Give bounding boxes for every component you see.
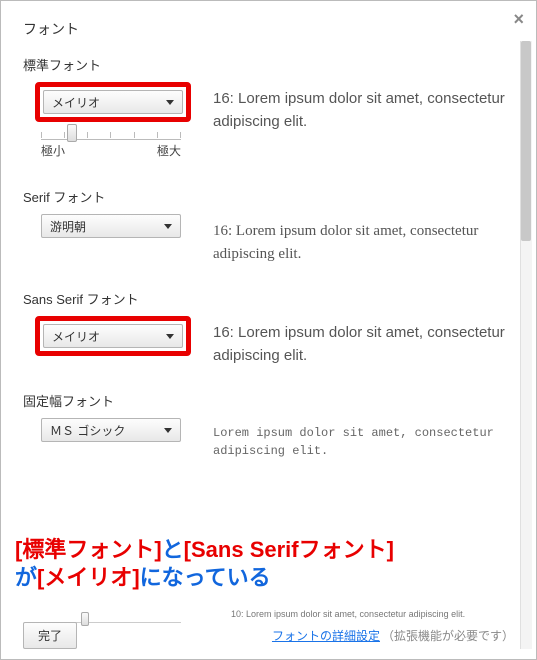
chevron-down-icon	[164, 224, 172, 229]
chevron-down-icon	[166, 334, 174, 339]
slider-max-label: 極大	[157, 142, 181, 159]
serif-font-section: Serif フォント 游明朝 16: Lorem ipsum dolor sit…	[23, 187, 514, 265]
sans-font-label: Sans Serif フォント	[23, 289, 514, 308]
chevron-down-icon	[164, 428, 172, 433]
serif-font-dropdown[interactable]: 游明朝	[41, 214, 181, 238]
standard-size-slider[interactable]: 極小 極大	[41, 134, 181, 159]
footer: 完了 フォントの詳細設定（拡張機能が必要です）	[23, 622, 514, 649]
standard-font-section: 標準フォント メイリオ 極小 極大	[23, 55, 514, 163]
annotation-text: [標準フォント]	[15, 537, 162, 562]
done-button[interactable]: 完了	[23, 622, 77, 649]
fixed-sample-text: Lorem ipsum dolor sit amet, consectetur …	[213, 418, 514, 460]
serif-sample-text: 16: Lorem ipsum dolor sit amet, consecte…	[213, 214, 514, 265]
fixed-font-dropdown[interactable]: ＭＳ ゴシック	[41, 418, 181, 442]
annotation-text: と	[162, 537, 184, 562]
standard-font-label: 標準フォント	[23, 55, 514, 74]
scrollbar-thumb[interactable]	[521, 41, 531, 241]
sans-sample-text: 16: Lorem ipsum dolor sit amet, consecte…	[213, 316, 514, 367]
advanced-font-settings-link[interactable]: フォントの詳細設定	[272, 629, 380, 643]
standard-font-dropdown[interactable]: メイリオ	[43, 90, 183, 114]
annotation-text: が	[15, 565, 37, 590]
slider-thumb[interactable]	[67, 124, 77, 142]
serif-font-label: Serif フォント	[23, 187, 514, 206]
dialog-title: フォント	[23, 19, 514, 39]
sans-font-dropdown[interactable]: メイリオ	[43, 324, 183, 348]
min-size-sample-text: 10: Lorem ipsum dolor sit amet, consecte…	[231, 609, 506, 619]
sans-highlight: メイリオ	[35, 316, 191, 356]
link-note: （拡張機能が必要です）	[382, 629, 514, 643]
dropdown-value: ＭＳ ゴシック	[50, 422, 125, 439]
font-dialog: × フォント 標準フォント メイリオ 極小	[0, 0, 537, 660]
dropdown-value: メイリオ	[52, 328, 100, 345]
annotation-text: [メイリオ]	[37, 565, 140, 590]
slider-min-label: 極小	[41, 142, 65, 159]
dropdown-value: メイリオ	[52, 94, 100, 111]
chevron-down-icon	[166, 100, 174, 105]
fixed-font-label: 固定幅フォント	[23, 391, 514, 410]
fixed-font-section: 固定幅フォント ＭＳ ゴシック Lorem ipsum dolor sit am…	[23, 391, 514, 460]
standard-sample-text: 16: Lorem ipsum dolor sit amet, consecte…	[213, 82, 514, 133]
dropdown-value: 游明朝	[50, 218, 86, 235]
standard-highlight: メイリオ	[35, 82, 191, 122]
annotation-text: になっている	[140, 565, 271, 590]
annotation-overlay: [標準フォント]と[Sans Serifフォント] が[メイリオ]になっている	[11, 530, 526, 599]
sans-font-section: Sans Serif フォント メイリオ 16: Lorem ipsum dol…	[23, 289, 514, 367]
scrollbar[interactable]	[520, 41, 532, 649]
annotation-text: [Sans Serifフォント]	[184, 537, 394, 562]
close-button[interactable]: ×	[513, 9, 524, 30]
